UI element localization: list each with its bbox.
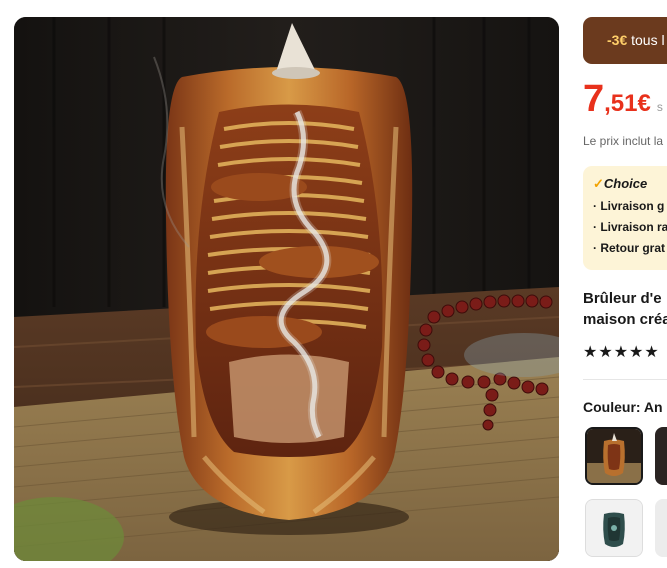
- product-price: 7,51€ s: [583, 80, 663, 118]
- price-integer: 7: [583, 78, 605, 120]
- product-title-line2: maison créa: [583, 311, 667, 328]
- divider: [583, 379, 667, 380]
- tax-note: Le prix inclut la: [583, 134, 664, 148]
- choice-item-fast-delivery: · Livraison ra: [593, 220, 667, 234]
- check-icon: ✓: [593, 176, 604, 191]
- price-decimal: ,51€: [604, 90, 651, 117]
- rating-stars[interactable]: ★★★★★: [583, 342, 660, 362]
- choice-item-free-return: · Retour grat: [593, 241, 665, 255]
- color-swatch-2[interactable]: [655, 427, 667, 485]
- color-swatch-selected[interactable]: [585, 427, 643, 485]
- promo-discount: -3€: [607, 32, 628, 48]
- choice-item-free-shipping: · Livraison g: [593, 199, 665, 213]
- choice-badge: ✓Choice: [593, 176, 667, 192]
- product-title: Brûleur d'e maison créa: [583, 288, 667, 330]
- product-main-image[interactable]: [14, 17, 559, 561]
- promo-banner[interactable]: -3€ tous l: [583, 17, 667, 64]
- price-original: s: [656, 100, 663, 114]
- color-swatch-3[interactable]: [585, 499, 643, 557]
- promo-text: tous l: [627, 32, 665, 48]
- product-title-line1: Brûleur d'e: [583, 290, 662, 307]
- choice-badge-label: Choice: [603, 176, 648, 191]
- color-swatch-4[interactable]: [655, 499, 667, 557]
- color-label: Couleur: An: [583, 399, 663, 415]
- choice-box[interactable]: ✓Choice · Livraison g · Livraison ra · R…: [583, 166, 667, 270]
- product-info-panel: -3€ tous l 7,51€ s Le prix inclut la ✓Cho…: [583, 0, 667, 568]
